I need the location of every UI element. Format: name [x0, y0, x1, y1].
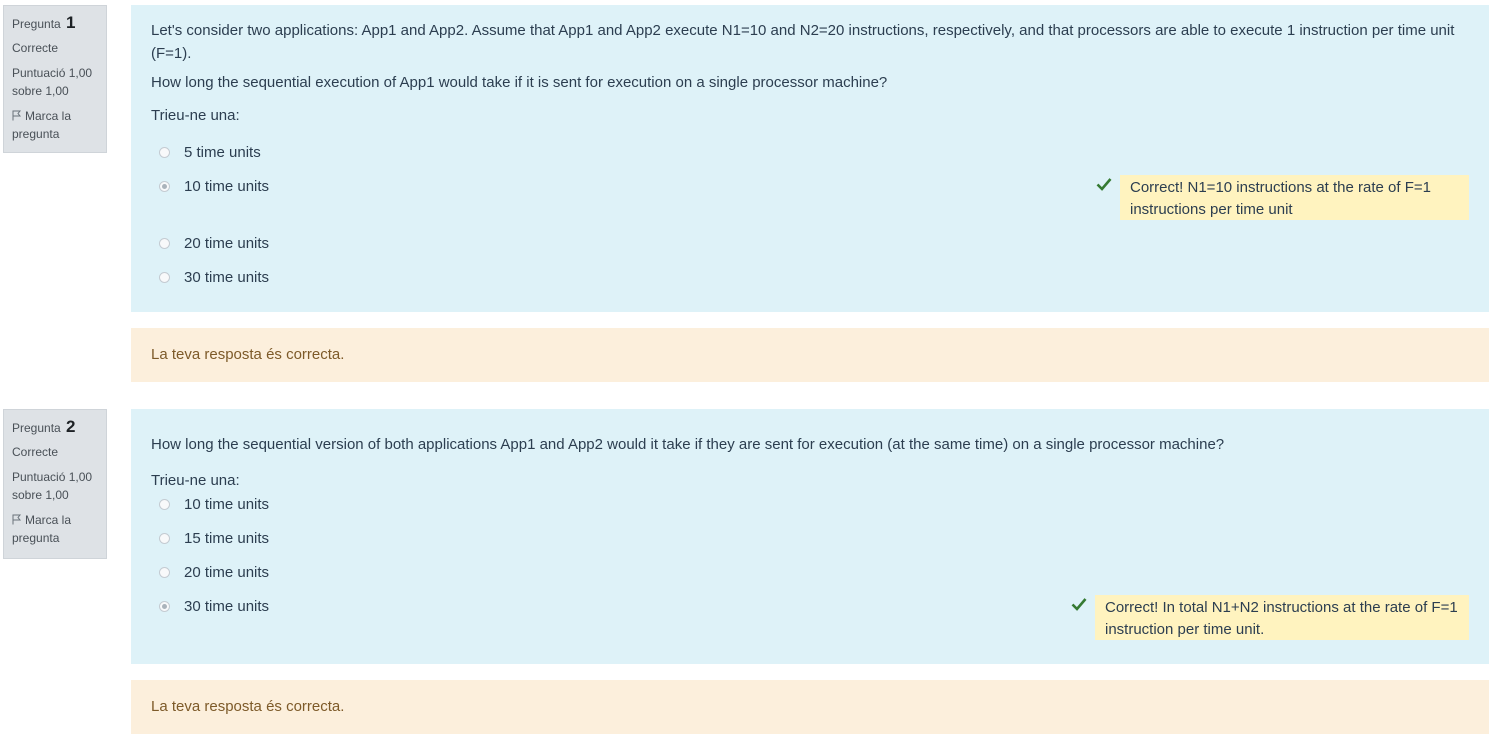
answer-option[interactable]: 30 time units [159, 595, 269, 617]
flag-icon [12, 110, 22, 121]
answer-option[interactable]: 30 time units [159, 266, 269, 288]
flag-question-link[interactable]: Marca la pregunta [12, 511, 98, 547]
general-feedback: La teva resposta és correcta. [131, 680, 1489, 734]
answer-option[interactable]: 20 time units [159, 232, 269, 254]
question-number: Pregunta 1 [12, 13, 76, 32]
question-text: How long the sequential version of both … [151, 436, 1225, 453]
radio-button[interactable] [159, 271, 170, 283]
radio-button[interactable] [159, 498, 170, 510]
question-state: Correcte [12, 445, 59, 459]
question-text: Let's consider two applications: App1 an… [151, 22, 1455, 91]
question-number: Pregunta 2 [12, 417, 76, 436]
question-grade: Puntuació 1,00 sobre 1,00 [12, 470, 93, 502]
answer-option[interactable]: 10 time units [159, 493, 269, 515]
answer-prompt: Trieu-ne una: [151, 472, 240, 489]
answer-option[interactable]: 15 time units [159, 527, 269, 549]
specific-feedback: Correct! In total N1+N2 instructions at … [1095, 595, 1469, 640]
question-info: Pregunta 1 Correcte Puntuació 1,00 sobre … [3, 5, 107, 153]
answer-option[interactable]: 5 time units [159, 141, 261, 163]
radio-button[interactable] [159, 566, 170, 578]
radio-button-selected[interactable] [159, 180, 170, 192]
radio-button[interactable] [159, 237, 170, 249]
check-icon [1071, 598, 1087, 611]
question-formulation: Let's consider two applications: App1 an… [131, 5, 1489, 312]
answer-option[interactable]: 10 time units [159, 175, 269, 197]
answer-option[interactable]: 20 time units [159, 561, 269, 583]
check-icon [1096, 178, 1112, 191]
radio-button[interactable] [159, 532, 170, 544]
flag-question-link[interactable]: Marca la pregunta [12, 107, 98, 143]
question-grade: Puntuació 1,00 sobre 1,00 [12, 66, 93, 98]
general-feedback: La teva resposta és correcta. [131, 328, 1489, 382]
radio-button[interactable] [159, 146, 170, 158]
flag-icon [12, 514, 22, 525]
specific-feedback: Correct! N1=10 instructions at the rate … [1120, 175, 1469, 220]
answer-prompt: Trieu-ne una: [151, 107, 240, 124]
question-state: Correcte [12, 41, 59, 55]
radio-button-selected[interactable] [159, 600, 170, 612]
question-info: Pregunta 2 Correcte Puntuació 1,00 sobre … [3, 409, 107, 559]
